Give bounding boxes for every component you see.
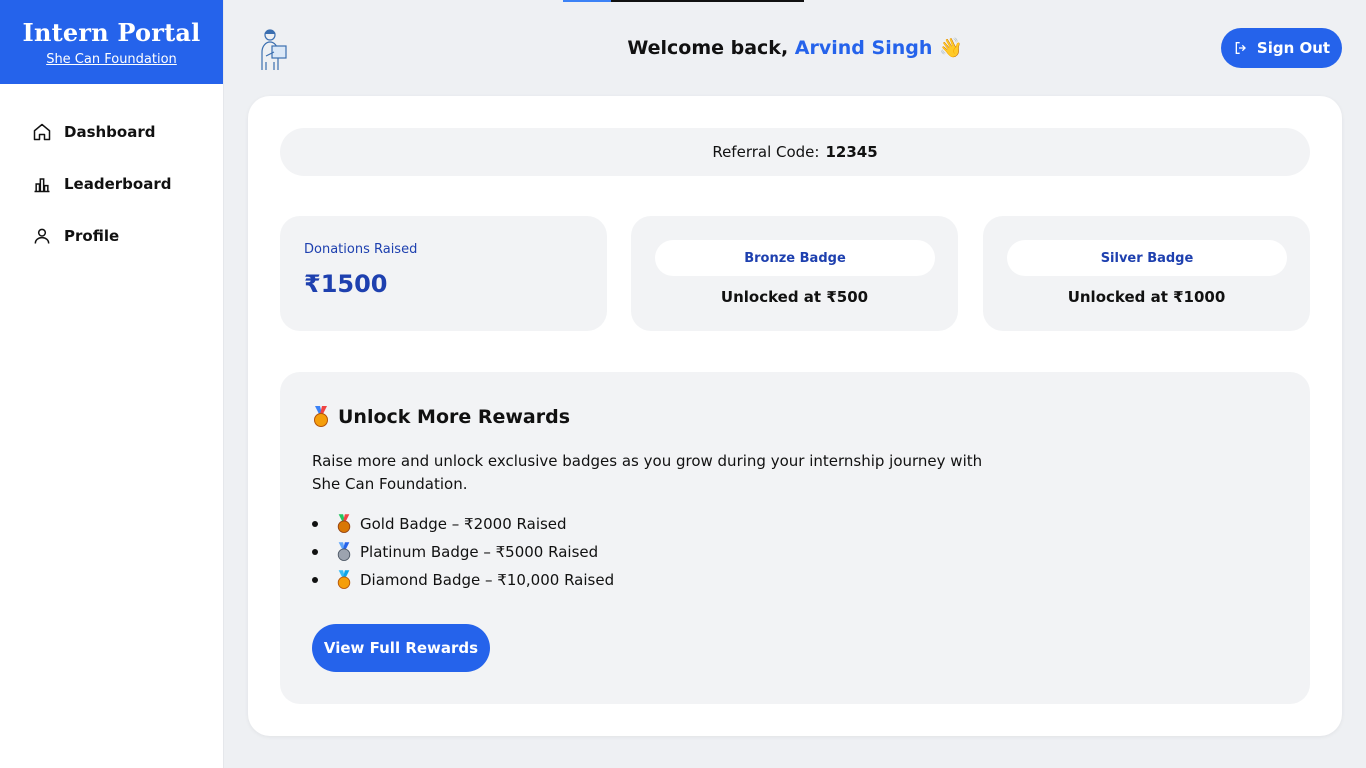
reward-label: Gold Badge – ₹2000 Raised — [360, 515, 567, 533]
home-icon — [33, 123, 51, 141]
donations-card: Donations Raised ₹1500 — [280, 216, 607, 331]
silver-badge-card: Silver Badge Unlocked at ₹1000 — [983, 216, 1310, 331]
sidebar-nav: Dashboard Leaderboard Profile — [0, 84, 223, 262]
sign-out-label: Sign Out — [1256, 39, 1331, 57]
medal-icon — [314, 406, 328, 427]
bullet-icon — [312, 577, 318, 583]
sidebar-item-label: Leaderboard — [64, 175, 172, 193]
bullet-icon — [312, 521, 318, 527]
sidebar-item-leaderboard[interactable]: Leaderboard — [0, 158, 223, 210]
brand-title: Intern Portal — [22, 18, 201, 47]
list-item: Gold Badge – ₹2000 Raised — [312, 510, 614, 538]
user-name: Arvind Singh — [794, 37, 933, 59]
rewards-description: Raise more and unlock exclusive badges a… — [312, 452, 983, 493]
sidebar-item-label: Profile — [64, 227, 120, 245]
brand-header: Intern Portal She Can Foundation — [0, 0, 223, 84]
bullet-icon — [312, 549, 318, 555]
user-icon — [34, 228, 50, 244]
rewards-title-text: Unlock More Rewards — [338, 406, 571, 428]
dashboard-card: Referral Code: 12345 Donations Raised ₹1… — [248, 96, 1342, 736]
reward-label: Platinum Badge – ₹5000 Raised — [360, 543, 599, 561]
list-item: Platinum Badge – ₹5000 Raised — [312, 538, 614, 566]
silver-badge-name: Silver Badge — [1007, 240, 1287, 276]
referral-code-bar: Referral Code: 12345 — [280, 128, 1310, 176]
sidebar: Intern Portal She Can Foundation Dashboa… — [0, 0, 224, 768]
list-item: Diamond Badge – ₹10,000 Raised — [312, 566, 614, 594]
brand-subtitle-link[interactable]: She Can Foundation — [46, 52, 177, 67]
sidebar-item-dashboard[interactable]: Dashboard — [0, 106, 223, 158]
rewards-title: Unlock More Rewards — [312, 406, 570, 428]
bronze-badge-name: Bronze Badge — [655, 240, 935, 276]
loading-progress-bar — [563, 0, 804, 2]
sidebar-item-label: Dashboard — [64, 123, 156, 141]
diamond-medal-icon — [337, 570, 351, 589]
bronze-badge-unlock: Unlocked at ₹500 — [720, 288, 869, 306]
sidebar-item-profile[interactable]: Profile — [0, 210, 223, 262]
referral-code: 12345 — [825, 143, 878, 161]
referral-label: Referral Code: — [712, 143, 820, 161]
wave-emoji: 👋 — [939, 37, 963, 59]
platinum-medal-icon — [337, 542, 351, 561]
rewards-list: Gold Badge – ₹2000 Raised Platinum Badge… — [312, 510, 614, 594]
top-bar: Welcome back, Arvind Singh 👋 Sign Out — [224, 0, 1366, 96]
welcome-prefix: Welcome back, — [627, 37, 789, 59]
donations-value: ₹1500 — [304, 270, 388, 298]
view-full-rewards-button[interactable]: View Full Rewards — [312, 624, 490, 672]
silver-badge-unlock: Unlocked at ₹1000 — [1067, 288, 1226, 306]
welcome-message: Welcome back, Arvind Singh 👋 — [224, 36, 1366, 59]
donations-label: Donations Raised — [304, 242, 418, 257]
bar-chart-icon — [34, 178, 50, 193]
rewards-panel: Unlock More Rewards Raise more and unloc… — [280, 372, 1310, 704]
gold-medal-icon — [337, 514, 351, 533]
sign-out-button[interactable]: Sign Out — [1221, 28, 1342, 68]
reward-label: Diamond Badge – ₹10,000 Raised — [360, 571, 615, 589]
sign-out-icon — [1235, 42, 1246, 54]
bronze-badge-card: Bronze Badge Unlocked at ₹500 — [631, 216, 958, 331]
